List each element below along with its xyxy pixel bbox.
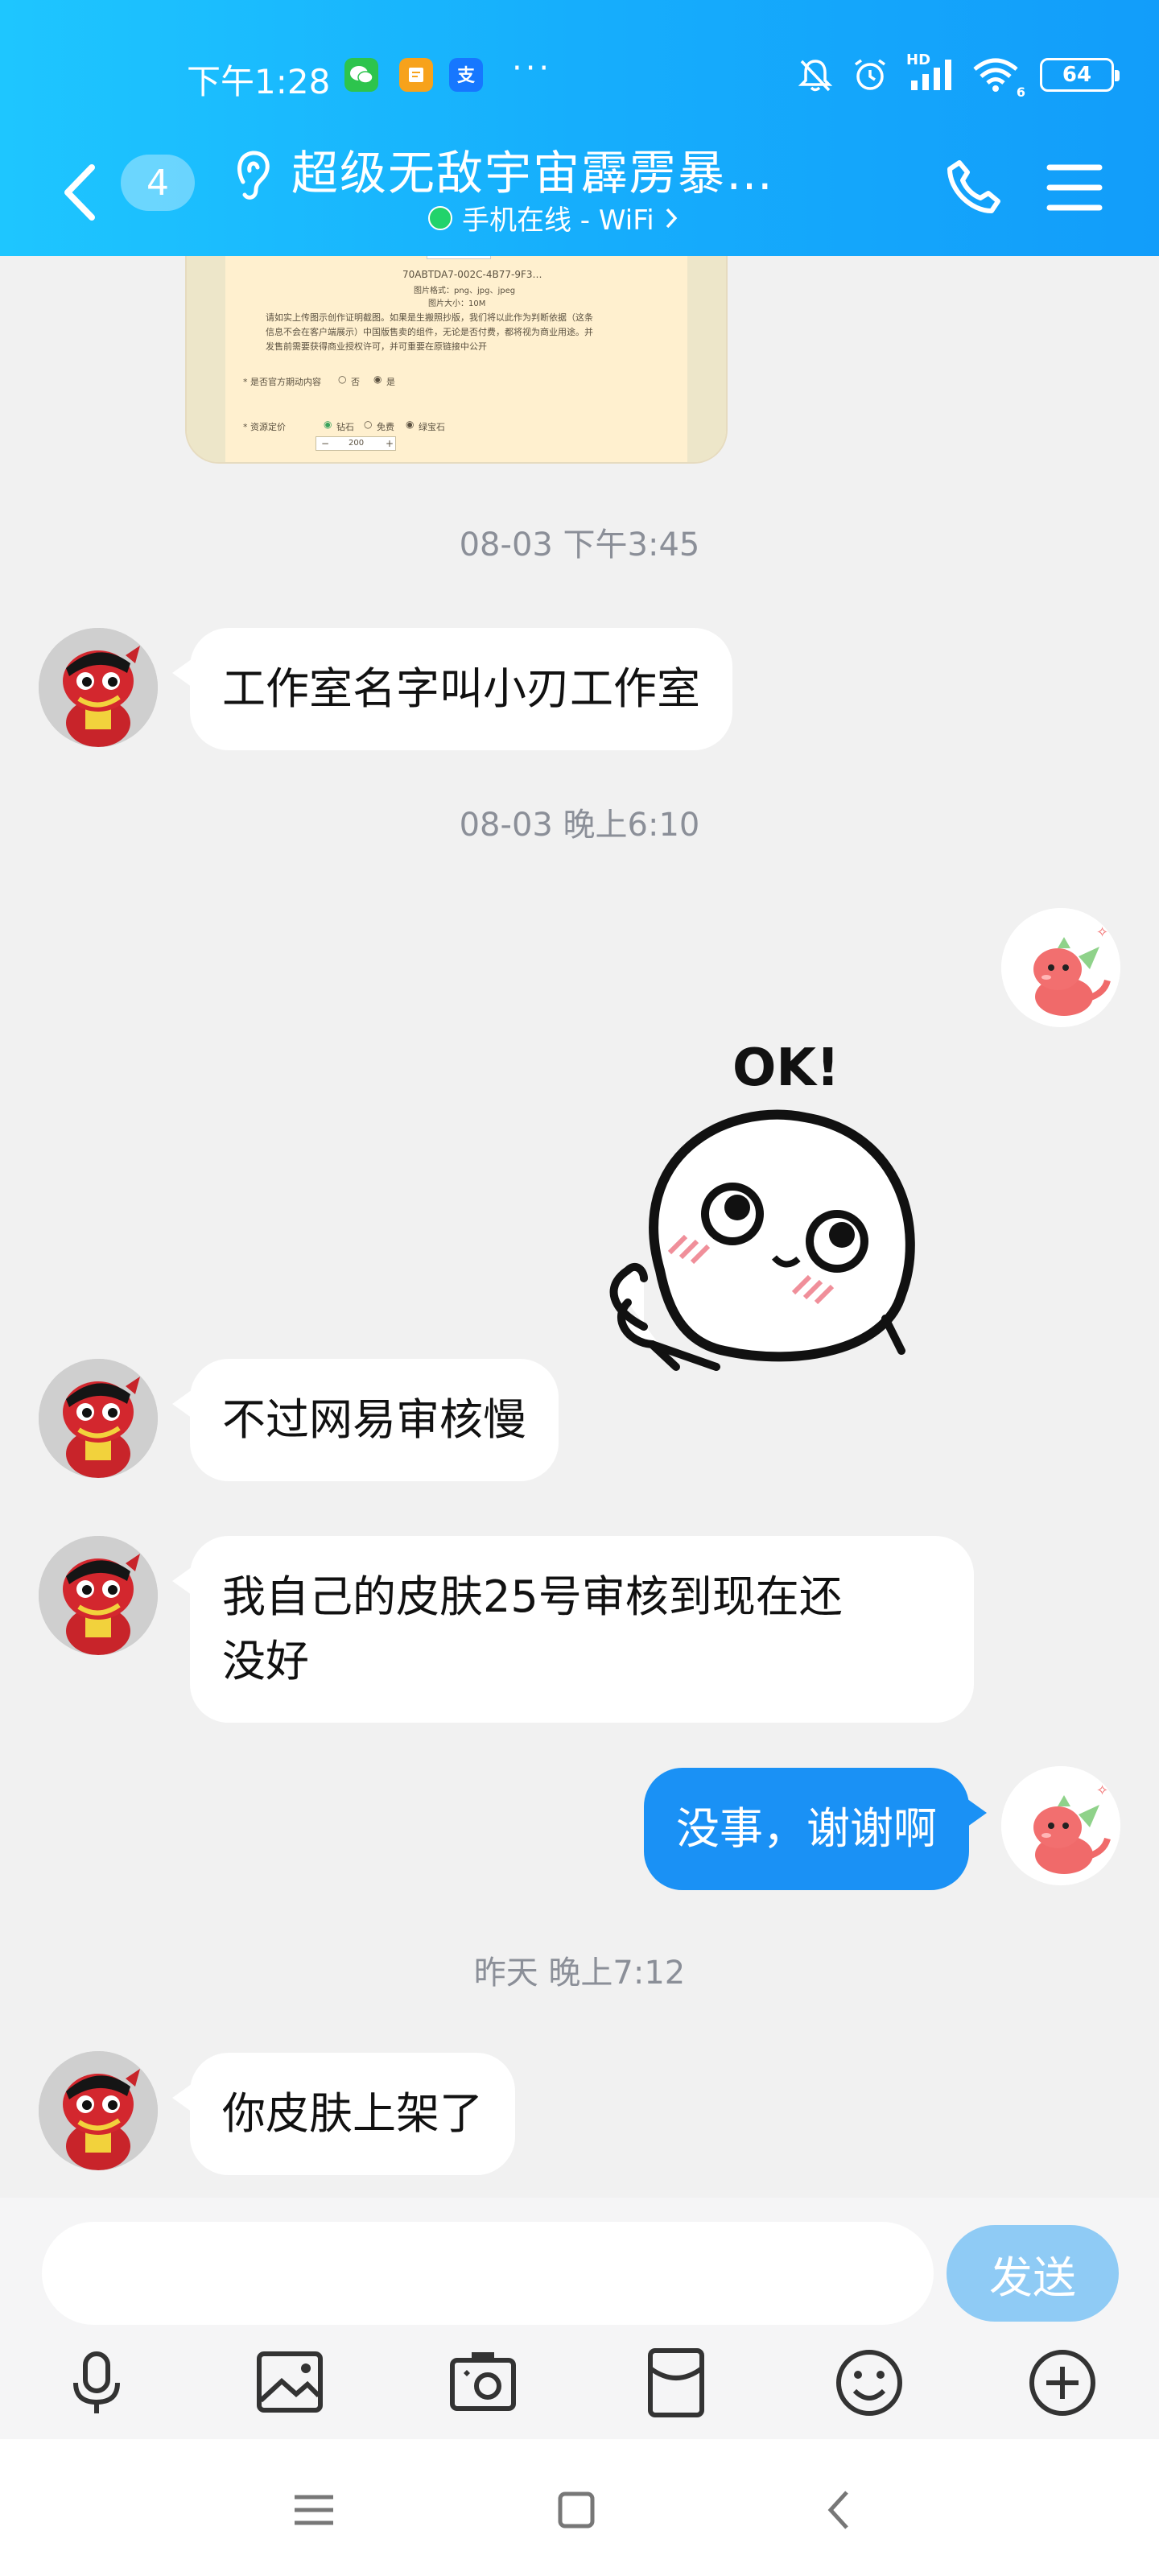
message-timestamp: 08-03 晚上6:10 <box>459 807 700 844</box>
contact-avatar[interactable] <box>39 2051 158 2170</box>
nav-bar: 4 超级无敌宇宙霹雳暴… 手机在线 - WiFi <box>0 135 1159 248</box>
dragon-avatar-icon <box>39 2051 158 2170</box>
image-filename: 70ABTDA7-002C-4B77-9F3… <box>402 269 542 280</box>
image-format-line: 图片格式：png、jpg、jpeg <box>414 287 516 295</box>
more-notifications-icon: ··· <box>512 50 553 87</box>
plus-icon[interactable] <box>1022 2343 1103 2423</box>
message-bubble[interactable]: 你皮肤上架了 <box>172 2053 515 2175</box>
notes-app-icon <box>399 58 433 92</box>
image-radio-icon: ○ <box>364 419 373 430</box>
message-timestamp: 昨天 晚上7:12 <box>473 1955 686 1992</box>
image-question-label: * 资源定价 <box>243 422 286 432</box>
dragon-avatar-icon <box>39 1536 158 1655</box>
my-avatar[interactable]: ✧ <box>1001 1766 1120 1885</box>
image-option: 免费 <box>377 422 394 432</box>
online-indicator <box>428 205 452 230</box>
wechat-icon <box>344 58 378 92</box>
message-list[interactable]: 70ABTDA7-002C-4B77-9F3… 图片格式：png、jpg、jpe… <box>0 256 1159 2198</box>
chat-header: 下午1:28 支 ··· HD 6 64 4 超级无敌宇宙霹雳暴… 手机在线 -… <box>0 0 1159 256</box>
contact-avatar[interactable] <box>39 1359 158 1478</box>
input-area: 发送 <box>0 2198 1159 2439</box>
message-line: 没好 <box>222 1636 309 1686</box>
battery-indicator: 64 <box>1040 58 1120 92</box>
message-bubble[interactable]: 我自己的皮肤25号审核到现在还 没好 <box>172 1536 974 1723</box>
ok-sticker[interactable]: OK! <box>596 908 982 1568</box>
image-stepper-value: 200 <box>349 439 365 448</box>
image-notice-line: 发售前需要获得商业授权许可，并可重要在原链接中公开 <box>266 341 487 352</box>
image-notice-line: 信息不会在客户端展示）中国版售卖的组件，无论是否付费，都将视为商业用途。并 <box>266 327 593 337</box>
svg-text:✧: ✧ <box>1096 924 1108 941</box>
back-button[interactable] <box>56 156 105 229</box>
online-status[interactable]: 手机在线 - WiFi <box>428 198 678 237</box>
message-input[interactable] <box>42 2222 934 2325</box>
image-radio-icon: ○ <box>338 374 347 385</box>
message-line: 我自己的皮肤25号审核到现在还 <box>222 1571 843 1622</box>
status-time: 下午1:28 <box>187 62 331 101</box>
home-icon[interactable] <box>544 2478 608 2542</box>
menu-icon[interactable] <box>282 2478 346 2542</box>
unread-count: 4 <box>146 162 169 204</box>
dragon-avatar-icon <box>39 1359 158 1478</box>
image-radio-icon: ◉ <box>373 374 382 385</box>
image-stepper: − 200 + <box>316 436 396 451</box>
message-bubble[interactable]: 工作室名字叫小刃工作室 <box>172 628 732 750</box>
mute-bell-icon <box>798 60 833 92</box>
image-question-label: * 是否官方期动内容 <box>243 377 321 387</box>
shared-image-message[interactable]: 70ABTDA7-002C-4B77-9F3… 图片格式：png、jpg、jpe… <box>185 256 728 464</box>
message-timestamp: 08-03 下午3:45 <box>459 526 700 564</box>
cellular-signal-icon: HD <box>906 52 955 93</box>
emoji-icon[interactable] <box>829 2343 909 2423</box>
chevron-right-icon <box>666 208 678 228</box>
image-thumbnail <box>427 256 491 259</box>
ear-icon[interactable] <box>229 143 277 208</box>
back-icon[interactable] <box>808 2478 872 2542</box>
menu-button[interactable] <box>1046 159 1103 216</box>
online-status-text: 手机在线 - WiFi <box>462 204 654 237</box>
contact-avatar[interactable] <box>39 1536 158 1655</box>
battery-level: 64 <box>1062 63 1092 87</box>
status-bar: 下午1:28 支 ··· HD 6 64 <box>0 48 1159 106</box>
alipay-icon: 支 <box>449 58 483 92</box>
chat-title[interactable]: 超级无敌宇宙霹雳暴… <box>291 135 774 203</box>
unread-count-badge[interactable]: 4 <box>121 155 195 211</box>
message-bubble[interactable]: 不过网易审核慢 <box>172 1359 559 1481</box>
alarm-icon <box>854 59 886 90</box>
red-packet-icon[interactable] <box>636 2343 716 2423</box>
send-button[interactable]: 发送 <box>947 2225 1119 2322</box>
message-bubble-self[interactable]: 没事，谢谢啊 <box>644 1768 987 1890</box>
svg-text:✧: ✧ <box>1096 1782 1108 1799</box>
image-size-line: 图片大小：10M <box>428 299 486 308</box>
image-option: 否 <box>351 377 360 387</box>
svg-text:支: 支 <box>457 66 476 86</box>
my-avatar[interactable]: ✧ <box>1001 908 1120 1027</box>
image-option: 绿宝石 <box>419 422 445 432</box>
phone-call-button[interactable] <box>942 155 1006 219</box>
image-radio-icon: ◉ <box>324 419 332 430</box>
microphone-icon[interactable] <box>56 2343 137 2423</box>
image-radio-icon: ◉ <box>406 419 415 430</box>
system-nav-bar <box>0 2439 1159 2576</box>
pink-dragon-avatar-icon: ✧ <box>1001 1766 1120 1885</box>
wifi-level-label: 6 <box>1016 85 1025 100</box>
image-notice-line: 请如实上传图示创作证明截图。如果是生搬照抄版，我们将以此作为判断依据（这条 <box>266 312 593 323</box>
sticker-caption: OK! <box>732 1038 839 1098</box>
dragon-avatar-icon <box>39 628 158 747</box>
contact-avatar[interactable] <box>39 628 158 747</box>
image-icon[interactable] <box>250 2343 330 2423</box>
wifi-icon: 6 <box>972 56 1025 100</box>
pink-dragon-avatar-icon: ✧ <box>1001 908 1120 1027</box>
image-option: 钻石 <box>336 422 354 432</box>
image-option: 是 <box>386 377 395 387</box>
camera-icon[interactable] <box>443 2343 523 2423</box>
